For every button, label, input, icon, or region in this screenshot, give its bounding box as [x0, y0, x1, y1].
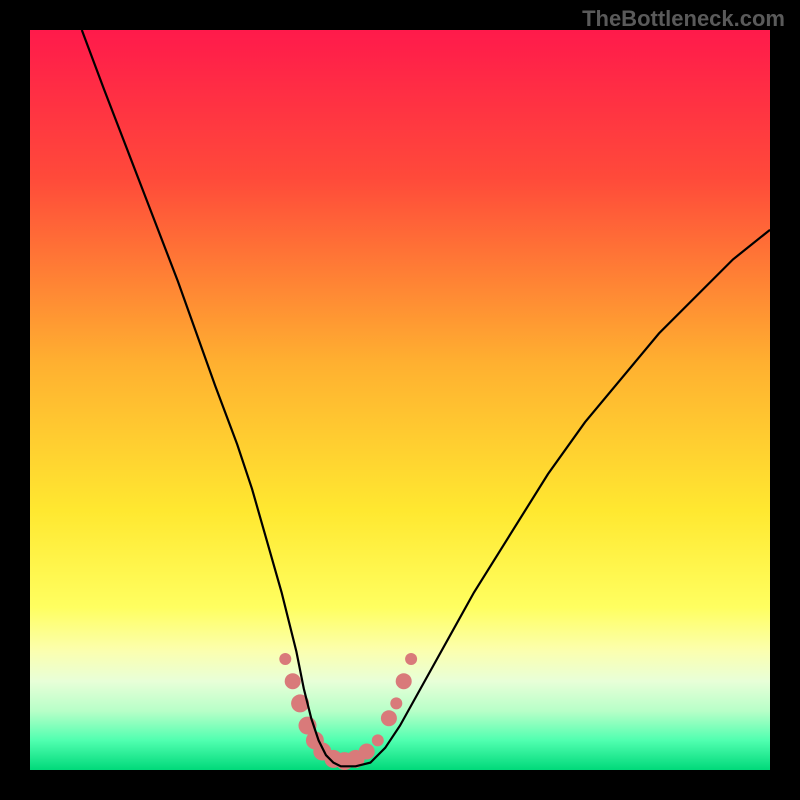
data-point: [396, 673, 412, 689]
data-point: [285, 673, 301, 689]
data-point: [372, 734, 384, 746]
chart-svg: [30, 30, 770, 770]
data-point: [405, 653, 417, 665]
gradient-background: [30, 30, 770, 770]
plot-area: [30, 30, 770, 770]
data-point: [359, 744, 375, 760]
watermark-text: TheBottleneck.com: [582, 6, 785, 32]
data-point: [279, 653, 291, 665]
data-point: [390, 697, 402, 709]
chart-container: { "watermark": "TheBottleneck.com", "cha…: [0, 0, 800, 800]
data-point: [381, 710, 397, 726]
